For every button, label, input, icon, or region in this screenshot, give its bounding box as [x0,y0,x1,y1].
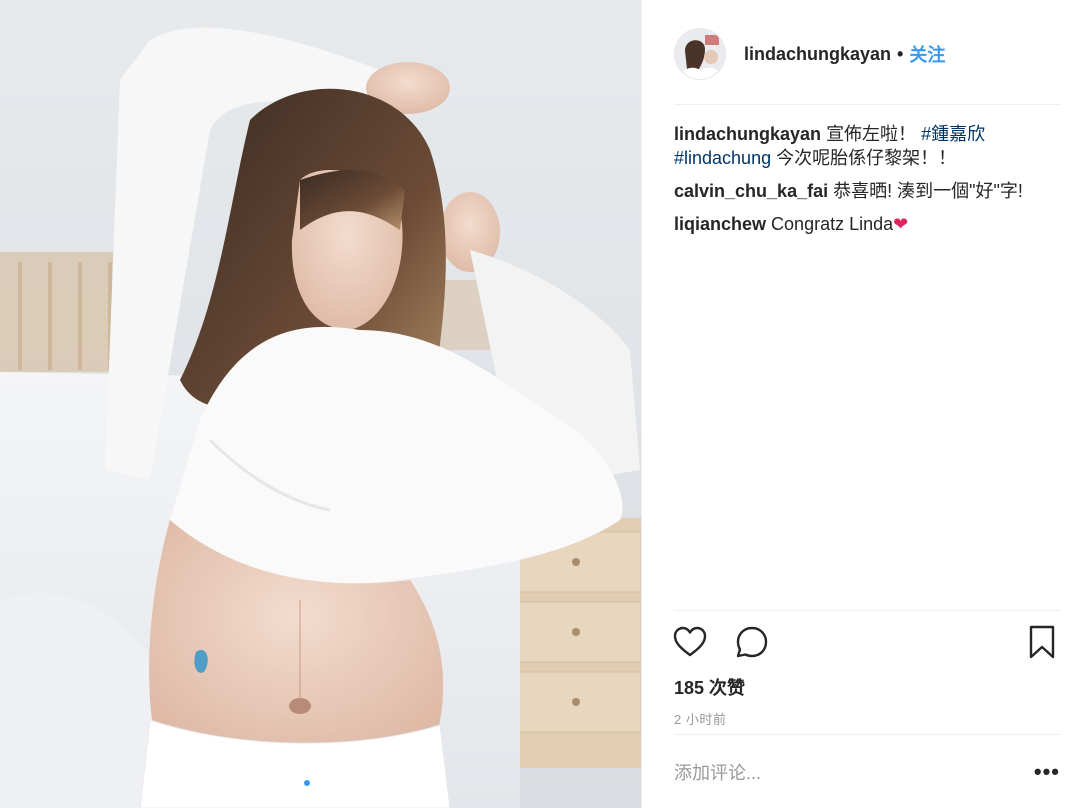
add-comment-bar: ••• [674,748,1060,798]
photo-illustration [0,0,641,808]
avatar[interactable] [674,28,726,80]
carousel-dot-active [304,780,310,786]
like-count[interactable]: 185 次赞 [674,674,745,700]
comment-item: calvin_chu_ka_fai 恭喜晒! 湊到一個"好"字! [674,179,1060,203]
carousel-indicator [304,780,320,786]
ellipsis-icon[interactable]: ••• [1034,761,1060,783]
post-photo[interactable] [0,0,641,808]
caption: lindachungkayan 宣佈左啦！ #鍾嘉欣 #lindachung 今… [674,122,1060,170]
heart-outline-icon[interactable] [672,624,708,660]
comment-username[interactable]: calvin_chu_ka_fai [674,181,828,201]
actions-divider [674,610,1060,611]
comments-list: lindachungkayan 宣佈左啦！ #鍾嘉欣 #lindachung 今… [674,122,1060,245]
separator-dot: • [897,43,904,64]
caption-text: 宣佈左啦！ [826,124,917,144]
follow-button[interactable]: 关注 [909,41,945,67]
comment-text: 恭喜晒! 湊到一個"好"字! [833,181,1023,201]
hashtag-link[interactable]: #lindachung [674,148,771,168]
header-divider [674,104,1060,105]
bookmark-icon[interactable] [1024,624,1060,660]
hashtag-link[interactable]: #鍾嘉欣 [921,124,985,144]
speech-bubble-icon[interactable] [734,624,770,660]
comment-username[interactable]: liqianchew [674,214,766,234]
caption-text: 今次呢胎係仔黎架！！ [776,148,957,168]
post-timestamp[interactable]: 2 小时前 [674,709,726,728]
carousel-dot[interactable] [314,780,320,786]
comment-box-divider [674,734,1060,735]
heart-emoji-icon: ❤ [893,214,909,234]
caption-username[interactable]: lindachungkayan [674,124,821,144]
action-bar [672,624,1060,664]
header-username[interactable]: lindachungkayan [744,44,891,65]
comment-item: liqianchew Congratz Linda❤ [674,212,1060,236]
comment-text: Congratz Linda [771,214,894,234]
post-header: lindachungkayan • 关注 [674,26,1060,82]
comment-input[interactable] [674,762,1014,784]
post-details-panel: lindachungkayan • 关注 lindachungkayan 宣佈左… [642,0,1080,808]
